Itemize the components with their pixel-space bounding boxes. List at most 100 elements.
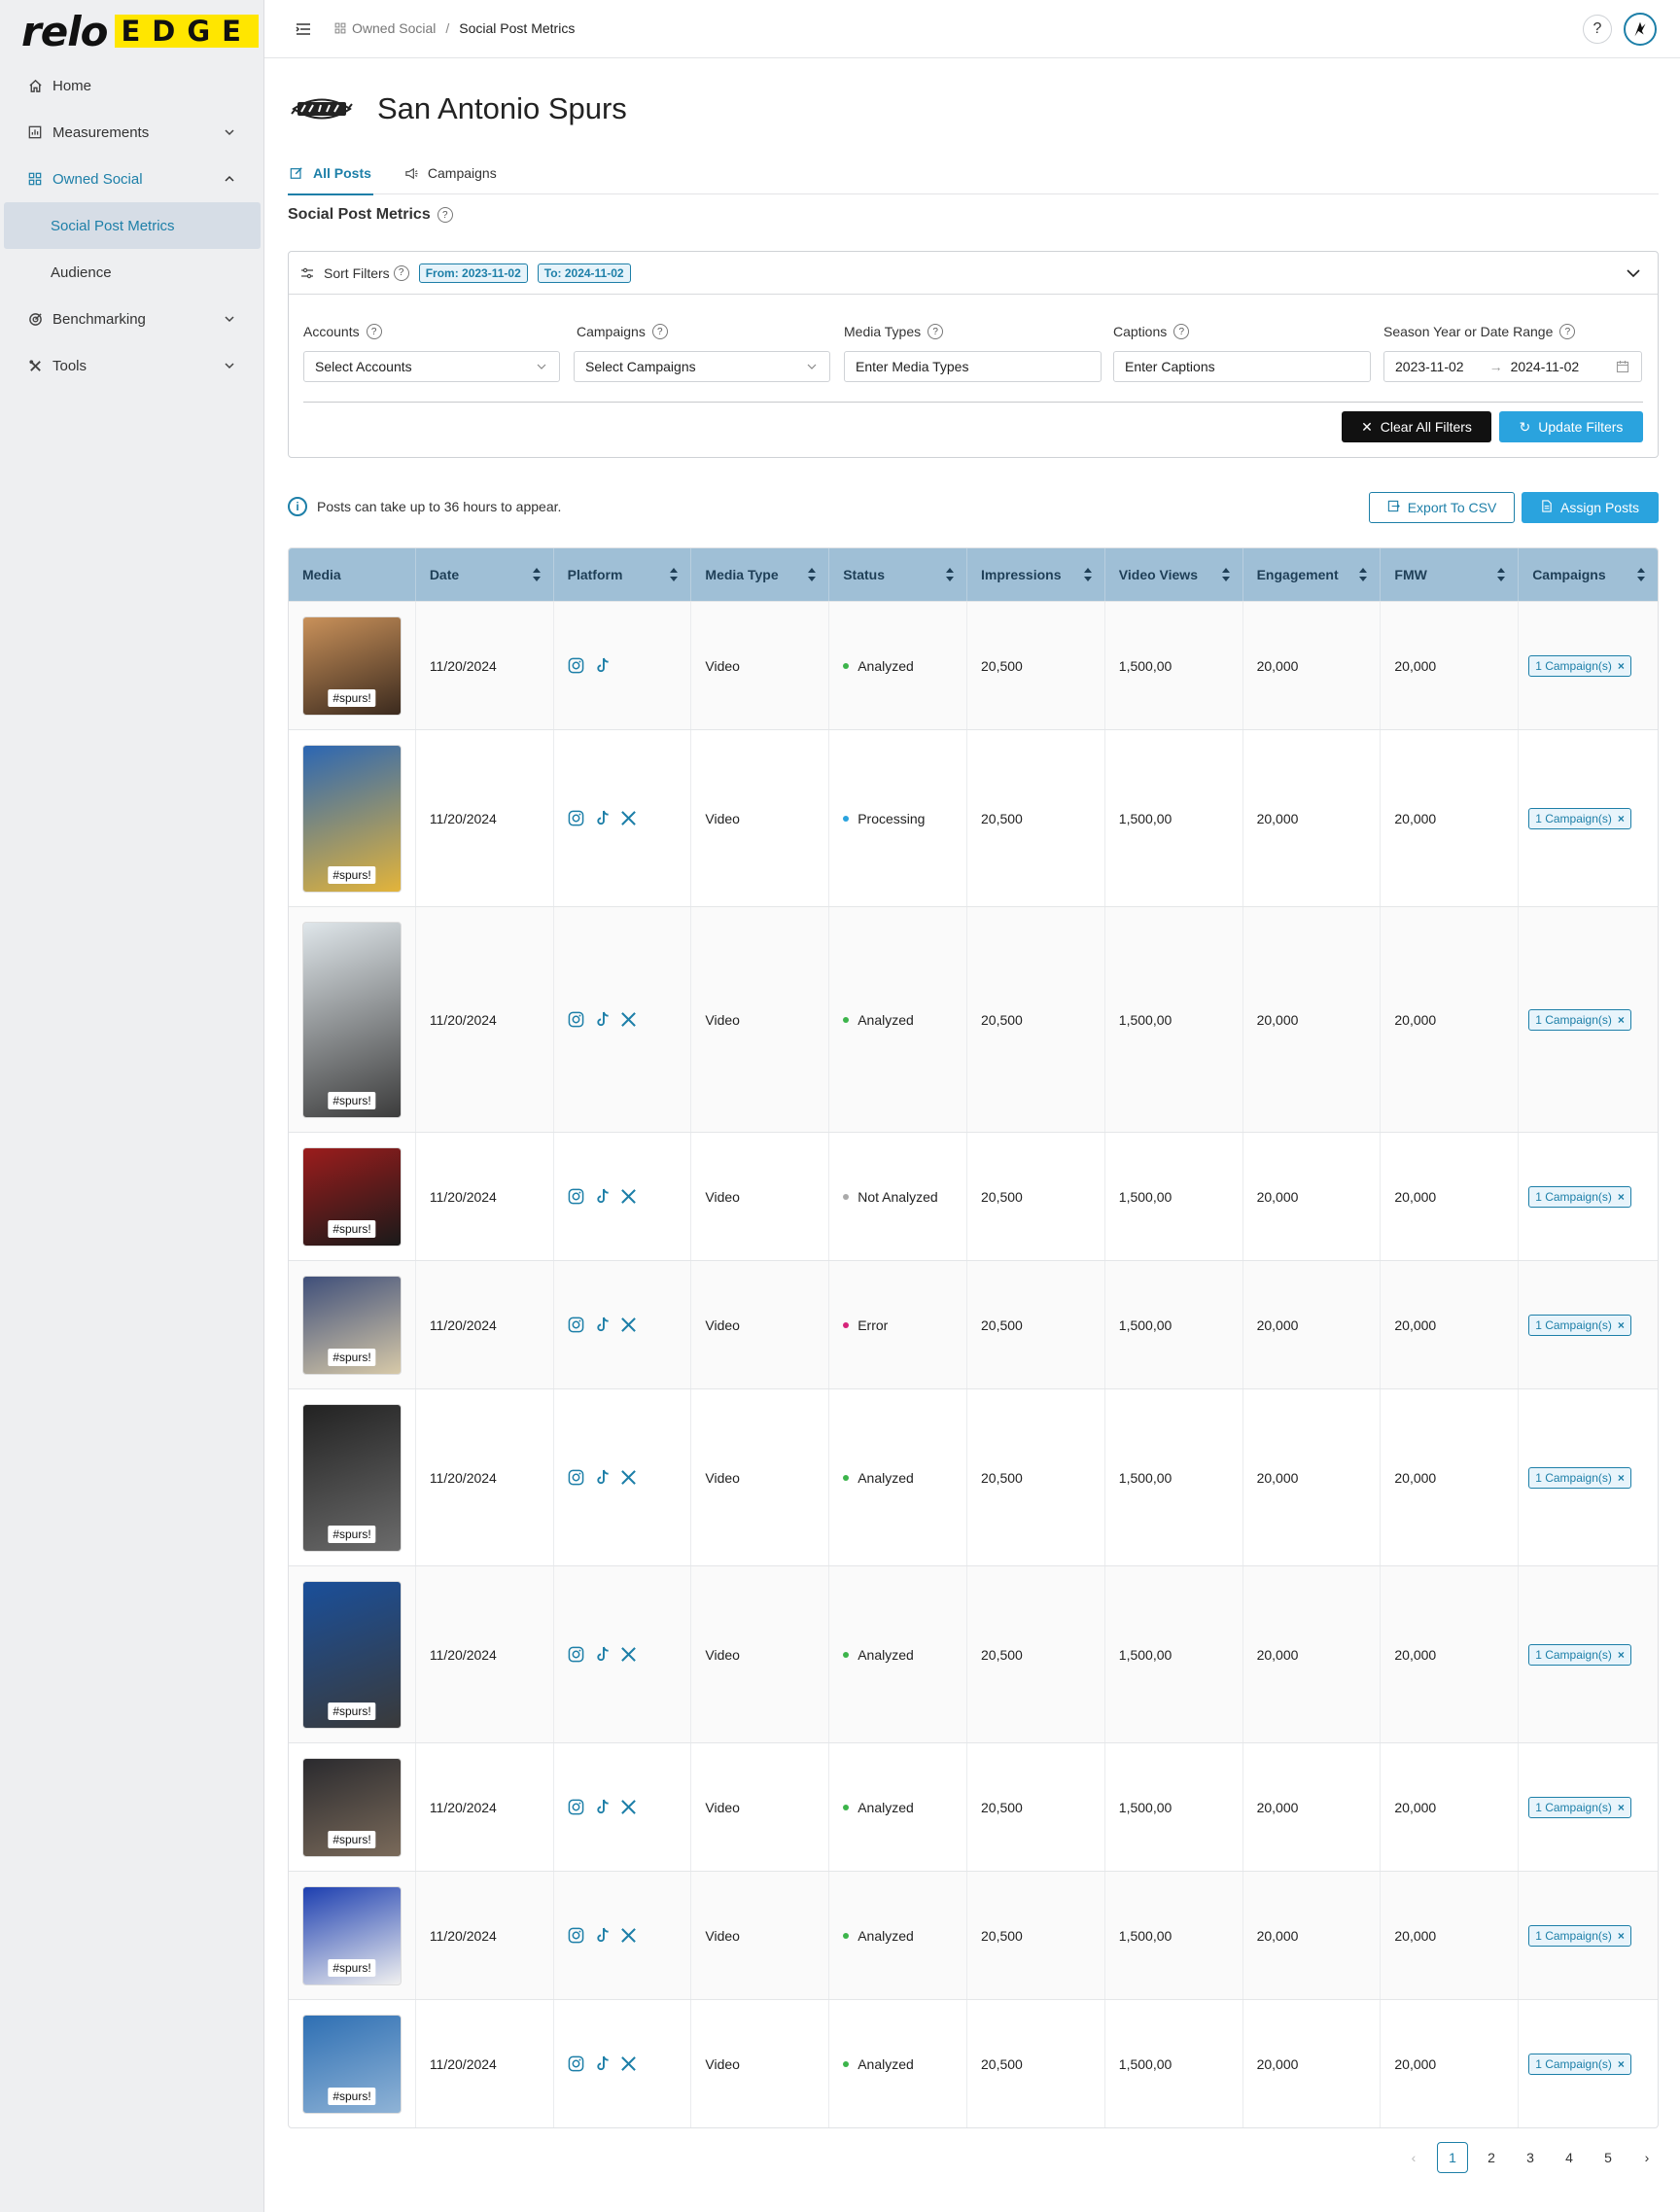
tiktok-icon[interactable] [594, 1188, 612, 1206]
table-row[interactable]: #spurs! 11/20/2024 Video Analyzed 20,500 1,50… [289, 906, 1658, 1132]
close-icon[interactable]: × [1618, 1648, 1625, 1662]
sort-icon[interactable] [945, 567, 955, 582]
sort-icon[interactable] [807, 567, 817, 582]
relo-edge-logo[interactable]: relo EDGE [21, 6, 259, 56]
media-thumbnail[interactable]: #spurs! [302, 1146, 402, 1246]
help-circle-icon[interactable]: ? [366, 324, 382, 339]
column-header-impressions[interactable]: Impressions [967, 548, 1105, 601]
x-icon[interactable] [620, 1188, 638, 1206]
media-thumbnail[interactable]: #spurs! [302, 1275, 402, 1375]
sidebar-item-audience[interactable]: Audience [0, 249, 264, 296]
help-circle-icon[interactable]: ? [651, 324, 668, 339]
help-circle-icon[interactable]: ? [928, 324, 944, 339]
close-icon[interactable]: × [1618, 659, 1625, 673]
help-circle-icon[interactable]: ? [1173, 324, 1190, 339]
sidebar-item-benchmarking[interactable]: Benchmarking [0, 296, 264, 342]
column-header-media-type[interactable]: Media Type [691, 548, 830, 601]
instagram-icon[interactable] [568, 657, 585, 675]
sort-icon[interactable] [1083, 567, 1093, 582]
table-row[interactable]: #spurs! 11/20/2024 Video Processing 20,500 1,… [289, 729, 1658, 906]
column-header-date[interactable]: Date [416, 548, 554, 601]
filter-panel-header[interactable]: Sort Filters ? From: 2023-11-02 To: 2024… [289, 252, 1658, 295]
campaign-chip[interactable]: 1 Campaign(s) × [1528, 654, 1631, 677]
instagram-icon[interactable] [568, 1317, 585, 1334]
x-icon[interactable] [620, 1646, 638, 1664]
column-header-engagement[interactable]: Engagement [1243, 548, 1382, 601]
tiktok-icon[interactable] [594, 2055, 612, 2073]
close-icon[interactable]: × [1618, 1190, 1625, 1204]
column-header-campaigns[interactable]: Campaigns [1519, 548, 1658, 601]
x-icon[interactable] [620, 2055, 638, 2073]
campaign-chip[interactable]: 1 Campaign(s) × [1528, 2053, 1631, 2075]
media-thumbnail[interactable]: #spurs! [302, 1757, 402, 1857]
campaign-chip[interactable]: 1 Campaign(s) × [1528, 807, 1631, 829]
instagram-icon[interactable] [568, 1799, 585, 1816]
sidebar-item-home[interactable]: Home [0, 62, 264, 109]
date-from-value[interactable]: 2023-11-02 [1395, 359, 1464, 374]
table-row[interactable]: #spurs! 11/20/2024 Video Analyzed 20,500 1,50… [289, 601, 1658, 729]
tiktok-icon[interactable] [594, 1011, 612, 1029]
table-row[interactable]: #spurs! 11/20/2024 Video Analyzed 20,500 1,50… [289, 1742, 1658, 1871]
instagram-icon[interactable] [568, 1927, 585, 1945]
x-icon[interactable] [620, 1799, 638, 1816]
sort-icon[interactable] [1221, 567, 1231, 582]
instagram-icon[interactable] [568, 2055, 585, 2073]
instagram-icon[interactable] [568, 1011, 585, 1029]
assign-posts-button[interactable]: Assign Posts [1522, 492, 1659, 523]
sort-icon[interactable] [1636, 567, 1646, 582]
table-row[interactable]: #spurs! 11/20/2024 Video Analyzed 20,500 1,50… [289, 1388, 1658, 1565]
sidebar-item-social-post-metrics[interactable]: Social Post Metrics [4, 202, 261, 249]
page-button-4[interactable]: 4 [1554, 2142, 1585, 2173]
chevron-down-icon[interactable] [222, 311, 237, 327]
date-range-picker[interactable]: 2023-11-02 → 2024-11-02 [1383, 351, 1642, 382]
captions-input[interactable]: Enter Captions [1113, 351, 1371, 382]
sidebar-item-owned-social[interactable]: Owned Social [0, 156, 264, 202]
next-page-icon[interactable]: › [1631, 2142, 1662, 2173]
instagram-icon[interactable] [568, 1646, 585, 1664]
media-thumbnail[interactable]: #spurs! [302, 921, 402, 1118]
help-circle-icon[interactable]: ? [1559, 324, 1576, 339]
media-thumbnail[interactable]: #spurs! [302, 744, 402, 893]
column-header-fmw[interactable]: FMW [1381, 548, 1520, 601]
sort-icon[interactable] [669, 567, 679, 582]
tab-campaigns[interactable]: Campaigns [402, 152, 499, 194]
sort-icon[interactable] [532, 567, 542, 582]
help-circle-icon[interactable]: ? [437, 207, 453, 223]
sidebar-item-tools[interactable]: Tools [0, 342, 264, 389]
menu-toggle-icon[interactable] [294, 19, 313, 39]
close-icon[interactable]: × [1618, 1318, 1625, 1332]
column-header-media[interactable]: Media [289, 548, 416, 601]
page-button-2[interactable]: 2 [1476, 2142, 1507, 2173]
close-icon[interactable]: × [1618, 1929, 1625, 1943]
close-icon[interactable]: × [1618, 1801, 1625, 1814]
media-types-input[interactable]: Enter Media Types [844, 351, 1102, 382]
chevron-down-icon[interactable] [222, 124, 237, 140]
media-thumbnail[interactable]: #spurs! [302, 2014, 402, 2114]
table-row[interactable]: #spurs! 11/20/2024 Video Not Analyzed 20,500… [289, 1132, 1658, 1260]
media-thumbnail[interactable]: #spurs! [302, 1580, 402, 1729]
media-thumbnail[interactable]: #spurs! [302, 615, 402, 716]
close-icon[interactable]: × [1618, 1013, 1625, 1027]
campaign-chip[interactable]: 1 Campaign(s) × [1528, 1008, 1631, 1031]
x-icon[interactable] [620, 1469, 638, 1487]
accounts-select[interactable]: Select Accounts [303, 351, 560, 382]
column-header-platform[interactable]: Platform [554, 548, 692, 601]
chevron-up-icon[interactable] [222, 171, 237, 187]
help-circle-icon[interactable]: ? [393, 264, 409, 281]
update-filters-button[interactable]: ↻ Update Filters [1499, 411, 1643, 442]
campaign-chip[interactable]: 1 Campaign(s) × [1528, 1314, 1631, 1336]
breadcrumb-owned-social[interactable]: Owned Social [352, 20, 436, 36]
avatar[interactable] [1624, 13, 1657, 46]
table-row[interactable]: #spurs! 11/20/2024 Video Analyzed 20,500 1,50… [289, 1999, 1658, 2127]
campaign-chip[interactable]: 1 Campaign(s) × [1528, 1643, 1631, 1666]
clear-all-filters-button[interactable]: ✕ Clear All Filters [1342, 411, 1491, 442]
instagram-icon[interactable] [568, 1469, 585, 1487]
prev-page-icon[interactable]: ‹ [1398, 2142, 1429, 2173]
date-to-value[interactable]: 2024-11-02 [1511, 359, 1580, 374]
instagram-icon[interactable] [568, 810, 585, 827]
media-thumbnail[interactable]: #spurs! [302, 1885, 402, 1985]
campaigns-select[interactable]: Select Campaigns [574, 351, 830, 382]
tiktok-icon[interactable] [594, 1469, 612, 1487]
table-row[interactable]: #spurs! 11/20/2024 Video Error 20,500 1,500,0… [289, 1260, 1658, 1388]
campaign-chip[interactable]: 1 Campaign(s) × [1528, 1466, 1631, 1489]
